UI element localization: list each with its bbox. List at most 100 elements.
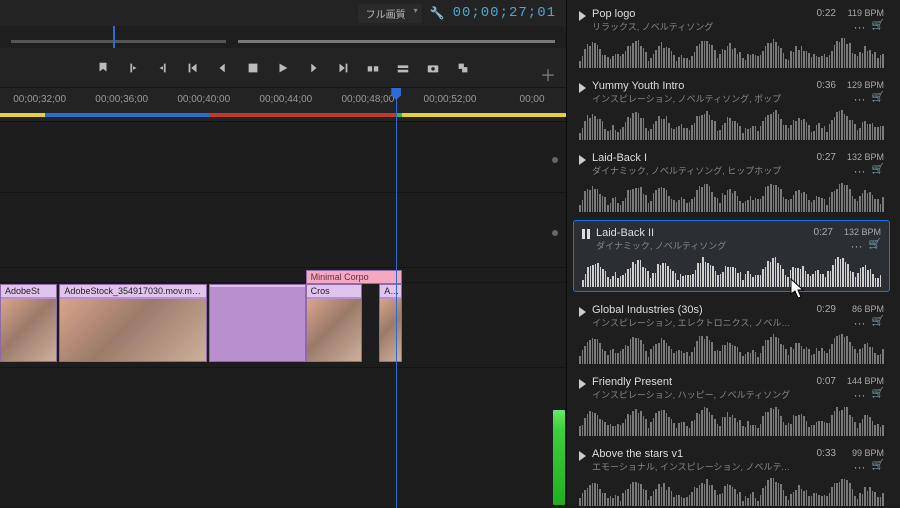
clip-minimal-corpo[interactable]: Minimal Corpo	[306, 270, 402, 284]
track-tags: リラックス, ノベルティソング	[592, 20, 796, 33]
track-tags: インスピレーション, ハッピー, ノベルティソング	[592, 388, 796, 401]
clip-label: Cros	[307, 285, 362, 297]
track-duration: 0:33	[802, 448, 836, 459]
render-strips	[0, 111, 566, 121]
tracks-area[interactable]: Minimal Corpo AdobeSt AdobeStock_35491703…	[0, 122, 566, 506]
video-clip[interactable]: AdobeSt	[0, 284, 57, 362]
transport-controls: ＋	[0, 48, 566, 88]
video-clip[interactable]: Cros	[306, 284, 363, 362]
play-icon[interactable]	[579, 307, 586, 317]
audio-track-item[interactable]: Global Industries (30s)インスピレーション, エレクトロニ…	[573, 300, 890, 364]
timeline-panel: フル画質 🔧 00;00;27;01 ＋ 00;00;32;0000;00;36…	[0, 0, 567, 506]
clip-label: AdobeStock_354917030.mov.mp4	[60, 285, 205, 297]
navigator-ruler[interactable]	[0, 26, 566, 48]
scroll-handle[interactable]	[552, 157, 558, 163]
more-icon[interactable]: ···	[854, 92, 866, 106]
audio-browser-panel: Pop logoリラックス, ノベルティソング0:22119 BPM···🛒Yu…	[567, 0, 900, 506]
clip-label: Minimal Corpo	[311, 272, 369, 282]
cart-icon[interactable]: 🛒	[872, 92, 884, 106]
video-clip[interactable]: Ado	[379, 284, 402, 362]
play-icon[interactable]	[579, 83, 586, 93]
track-tags: ダイナミック, ノベルティソング, ヒップホップ	[592, 164, 796, 177]
waveform-preview[interactable]	[579, 334, 884, 364]
lift-button[interactable]	[365, 60, 381, 76]
cart-icon[interactable]: 🛒	[869, 239, 881, 253]
more-icon[interactable]: ···	[854, 388, 866, 402]
waveform-preview[interactable]	[579, 406, 884, 436]
play-icon[interactable]	[579, 379, 586, 389]
audio-track-item[interactable]: Friendly Presentインスピレーション, ハッピー, ノベルティソン…	[573, 372, 890, 436]
program-timecode[interactable]: 00;00;27;01	[453, 5, 556, 21]
track-title: Yummy Youth Intro	[592, 80, 796, 92]
more-icon[interactable]: ···	[854, 316, 866, 330]
time-stamp: 00;00;40;00	[177, 94, 230, 105]
more-icon[interactable]: ···	[851, 239, 863, 253]
cart-icon[interactable]: 🛒	[872, 164, 884, 178]
time-stamp: 00;00;36;00	[95, 94, 148, 105]
track-bpm: 99 BPM	[836, 448, 884, 458]
time-ruler[interactable]: 00;00;32;0000;00;36;0000;00;40;0000;00;4…	[0, 88, 566, 122]
track-duration: 0:27	[799, 227, 833, 238]
play-icon[interactable]	[579, 11, 586, 21]
waveform-preview[interactable]	[579, 478, 884, 506]
video-clip[interactable]	[209, 284, 305, 362]
export-frame-button[interactable]	[425, 60, 441, 76]
extract-button[interactable]	[395, 60, 411, 76]
time-stamp: 00;00;52;00	[424, 94, 477, 105]
settings-wrench-icon[interactable]: 🔧	[430, 6, 445, 20]
play-icon[interactable]	[579, 155, 586, 165]
audio-track-item[interactable]: Yummy Youth Introインスピレーション, ノベルティソング, ポッ…	[573, 76, 890, 140]
time-stamp: 00;00;44;00	[259, 94, 312, 105]
waveform-preview[interactable]	[579, 182, 884, 212]
track-duration: 0:07	[802, 376, 836, 387]
playhead[interactable]	[396, 88, 397, 508]
track-bpm: 132 BPM	[833, 227, 881, 237]
track-bpm: 119 BPM	[836, 8, 884, 18]
track-tags: インスピレーション, ノベルティソング, ポップ	[592, 92, 796, 105]
pause-icon[interactable]	[582, 229, 590, 239]
track-tags: ダイナミック, ノベルティソング	[596, 239, 793, 252]
stop-button[interactable]	[245, 60, 261, 76]
go-to-out-button[interactable]	[335, 60, 351, 76]
add-marker-button[interactable]	[95, 60, 111, 76]
video-clip[interactable]: AdobeStock_354917030.mov.mp4	[59, 284, 206, 362]
play-icon[interactable]	[579, 451, 586, 461]
more-icon[interactable]: ···	[854, 460, 866, 474]
mark-in-button[interactable]	[125, 60, 141, 76]
go-to-in-button[interactable]	[185, 60, 201, 76]
more-icon[interactable]: ···	[854, 164, 866, 178]
track-duration: 0:36	[802, 80, 836, 91]
audio-peak-meter	[553, 410, 565, 505]
mark-out-button[interactable]	[155, 60, 171, 76]
insert-button[interactable]	[455, 60, 471, 76]
audio-track-item[interactable]: Above the stars v1エモーショナル, インスピレーション, ノベ…	[573, 444, 890, 506]
more-icon[interactable]: ···	[854, 20, 866, 34]
step-forward-button[interactable]	[305, 60, 321, 76]
step-back-button[interactable]	[215, 60, 231, 76]
waveform-preview[interactable]	[579, 110, 884, 140]
track-title: Above the stars v1	[592, 448, 796, 460]
cart-icon[interactable]: 🛒	[872, 316, 884, 330]
track-duration: 0:29	[802, 304, 836, 315]
playback-quality-select[interactable]: フル画質	[358, 4, 422, 23]
track-bpm: 132 BPM	[836, 152, 884, 162]
cart-icon[interactable]: 🛒	[872, 20, 884, 34]
audio-track-item[interactable]: Laid-Back Iダイナミック, ノベルティソング, ヒップホップ0:271…	[573, 148, 890, 212]
play-button[interactable]	[275, 60, 291, 76]
waveform-preview[interactable]	[582, 257, 881, 287]
clip-label	[210, 285, 304, 287]
cart-icon[interactable]: 🛒	[872, 460, 884, 474]
cart-icon[interactable]: 🛒	[872, 388, 884, 402]
clip-label: AdobeSt	[1, 285, 56, 297]
track-tags: エモーショナル, インスピレーション, ノベルティソング, エレクトロ…	[592, 460, 796, 473]
audio-track-item[interactable]: Pop logoリラックス, ノベルティソング0:22119 BPM···🛒	[573, 4, 890, 68]
button-editor-plus-icon[interactable]: ＋	[540, 62, 556, 86]
audio-track-item[interactable]: Laid-Back IIダイナミック, ノベルティソング0:27132 BPM·…	[573, 220, 890, 292]
track-bpm: 86 BPM	[836, 304, 884, 314]
waveform-preview[interactable]	[579, 38, 884, 68]
scroll-handle[interactable]	[552, 230, 558, 236]
track-bpm: 144 BPM	[836, 376, 884, 386]
video-track[interactable]: AdobeSt AdobeStock_354917030.mov.mp4 Cros A…	[0, 284, 566, 362]
audio-track-list[interactable]: Pop logoリラックス, ノベルティソング0:22119 BPM···🛒Yu…	[567, 0, 900, 506]
time-stamp: 00;00	[520, 94, 545, 105]
